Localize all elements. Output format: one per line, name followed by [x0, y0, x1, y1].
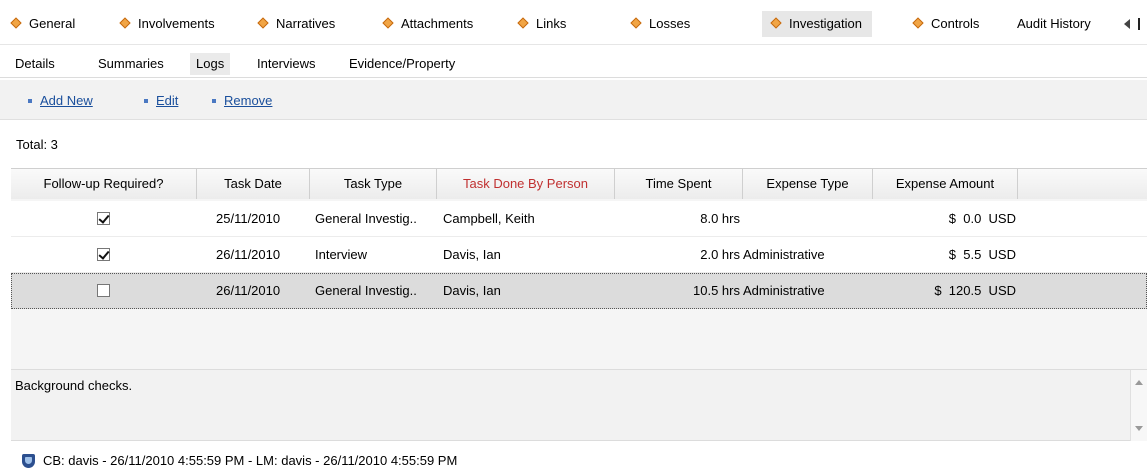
bullet-icon [212, 99, 216, 103]
subtab-details[interactable]: Details [15, 53, 55, 75]
followup-checkbox[interactable] [97, 248, 110, 261]
cell-task-date: 26/11/2010 [216, 283, 281, 298]
arrow-left-icon [1124, 19, 1130, 29]
logs-grid: Follow-up Required? Task Date Task Type … [11, 168, 1147, 369]
cell-task-type: General Investig.. [315, 211, 417, 226]
column-header-filler [1018, 169, 1147, 199]
record-footer: CB: davis - 26/11/2010 4:55:59 PM - LM: … [0, 444, 1147, 474]
divider [1138, 18, 1140, 30]
scroll-up-icon[interactable] [1135, 380, 1143, 385]
subtab-interviews[interactable]: Interviews [257, 53, 316, 75]
column-header-expense-type[interactable]: Expense Type [743, 169, 873, 199]
column-header-task-type[interactable]: Task Type [310, 169, 437, 199]
diamond-icon [10, 17, 22, 29]
column-header-expense-amount[interactable]: Expense Amount [873, 169, 1018, 199]
cell-time-spent: 10.5 hrs [693, 283, 740, 298]
tab-audit-history[interactable]: Audit History [1017, 11, 1091, 37]
subtab-logs[interactable]: Logs [190, 53, 231, 75]
cell-person: Campbell, Keith [443, 211, 535, 226]
edit-link[interactable]: Edit [144, 93, 178, 108]
followup-checkbox[interactable] [97, 284, 110, 297]
tab-investigation[interactable]: Investigation [762, 11, 872, 37]
cell-expense-amount: $ 120.5 USD [934, 283, 1016, 298]
add-new-link[interactable]: Add New [28, 93, 93, 108]
cell-expense-type: Administrative [743, 283, 825, 298]
tab-general[interactable]: General [10, 11, 76, 37]
subtab-evidence-property[interactable]: Evidence/Property [349, 53, 455, 75]
diamond-icon [517, 17, 529, 29]
diamond-icon [630, 17, 642, 29]
cell-person: Davis, Ian [443, 247, 501, 262]
tab-label: Attachments [401, 16, 474, 31]
cell-person: Davis, Ian [443, 283, 501, 298]
column-header-task-done-by[interactable]: Task Done By Person [437, 169, 615, 199]
remove-link[interactable]: Remove [212, 93, 272, 108]
tab-label: Links [536, 16, 567, 31]
tab-losses[interactable]: Losses [630, 11, 691, 37]
diamond-icon [382, 17, 394, 29]
table-row-selected[interactable]: 26/11/2010 General Investig.. Davis, Ian… [11, 273, 1147, 309]
top-tab-bar: General Involvements Narratives Attachme… [0, 0, 1147, 45]
bullet-icon [28, 99, 32, 103]
notes-text: Background checks. [15, 378, 133, 393]
cell-task-type: Interview [315, 247, 368, 262]
tab-label: Controls [931, 16, 980, 31]
bullet-icon [144, 99, 148, 103]
column-header-followup[interactable]: Follow-up Required? [11, 169, 197, 199]
cell-task-date: 26/11/2010 [216, 247, 281, 262]
tab-label: Losses [649, 16, 691, 31]
tab-label: Involvements [138, 16, 215, 31]
cell-task-type: General Investig.. [315, 283, 417, 298]
tab-label: Audit History [1017, 16, 1091, 31]
audit-stamp: CB: davis - 26/11/2010 4:55:59 PM - LM: … [43, 453, 458, 468]
followup-checkbox[interactable] [97, 212, 110, 225]
cell-task-date: 25/11/2010 [216, 211, 281, 226]
tab-label: Investigation [789, 16, 862, 31]
subtab-summaries[interactable]: Summaries [98, 53, 164, 75]
grid-empty-area [11, 309, 1147, 369]
cell-time-spent: 8.0 hrs [700, 211, 740, 226]
tab-controls[interactable]: Controls [912, 11, 980, 37]
grid-header: Follow-up Required? Task Date Task Type … [11, 169, 1147, 199]
tab-links[interactable]: Links [517, 11, 567, 37]
cell-time-spent: 2.0 hrs [700, 247, 740, 262]
table-row[interactable]: 25/11/2010 General Investig.. Campbell, … [11, 201, 1147, 237]
diamond-icon [912, 17, 924, 29]
column-header-time-spent[interactable]: Time Spent [615, 169, 743, 199]
edit-label: Edit [156, 93, 179, 108]
remove-label: Remove [224, 93, 273, 108]
notes-textarea[interactable]: Background checks. [11, 369, 1147, 441]
total-count: Total: 3 [16, 137, 58, 152]
cell-expense-amount: $ 5.5 USD [948, 247, 1016, 262]
tab-label: General [29, 16, 76, 31]
shield-icon [22, 454, 35, 468]
table-row[interactable]: 26/11/2010 Interview Davis, Ian 2.0 hrs … [11, 237, 1147, 273]
tab-attachments[interactable]: Attachments [382, 11, 474, 37]
notes-scrollbar[interactable] [1130, 370, 1147, 441]
action-toolbar: Add New Edit Remove [0, 80, 1147, 120]
sub-tab-bar: Details Summaries Logs Interviews Eviden… [0, 45, 1147, 78]
tab-narratives[interactable]: Narratives [257, 11, 336, 37]
diamond-icon [770, 17, 782, 29]
add-new-label: Add New [40, 93, 93, 108]
diamond-icon [119, 17, 131, 29]
scroll-down-icon[interactable] [1135, 426, 1143, 431]
tab-scroll-left-button[interactable] [1120, 11, 1147, 37]
cell-expense-amount: $ 0.0 USD [948, 211, 1016, 226]
column-header-task-date[interactable]: Task Date [197, 169, 310, 199]
cell-expense-type: Administrative [743, 247, 825, 262]
tab-involvements[interactable]: Involvements [119, 11, 215, 37]
tab-label: Narratives [276, 16, 336, 31]
diamond-icon [257, 17, 269, 29]
